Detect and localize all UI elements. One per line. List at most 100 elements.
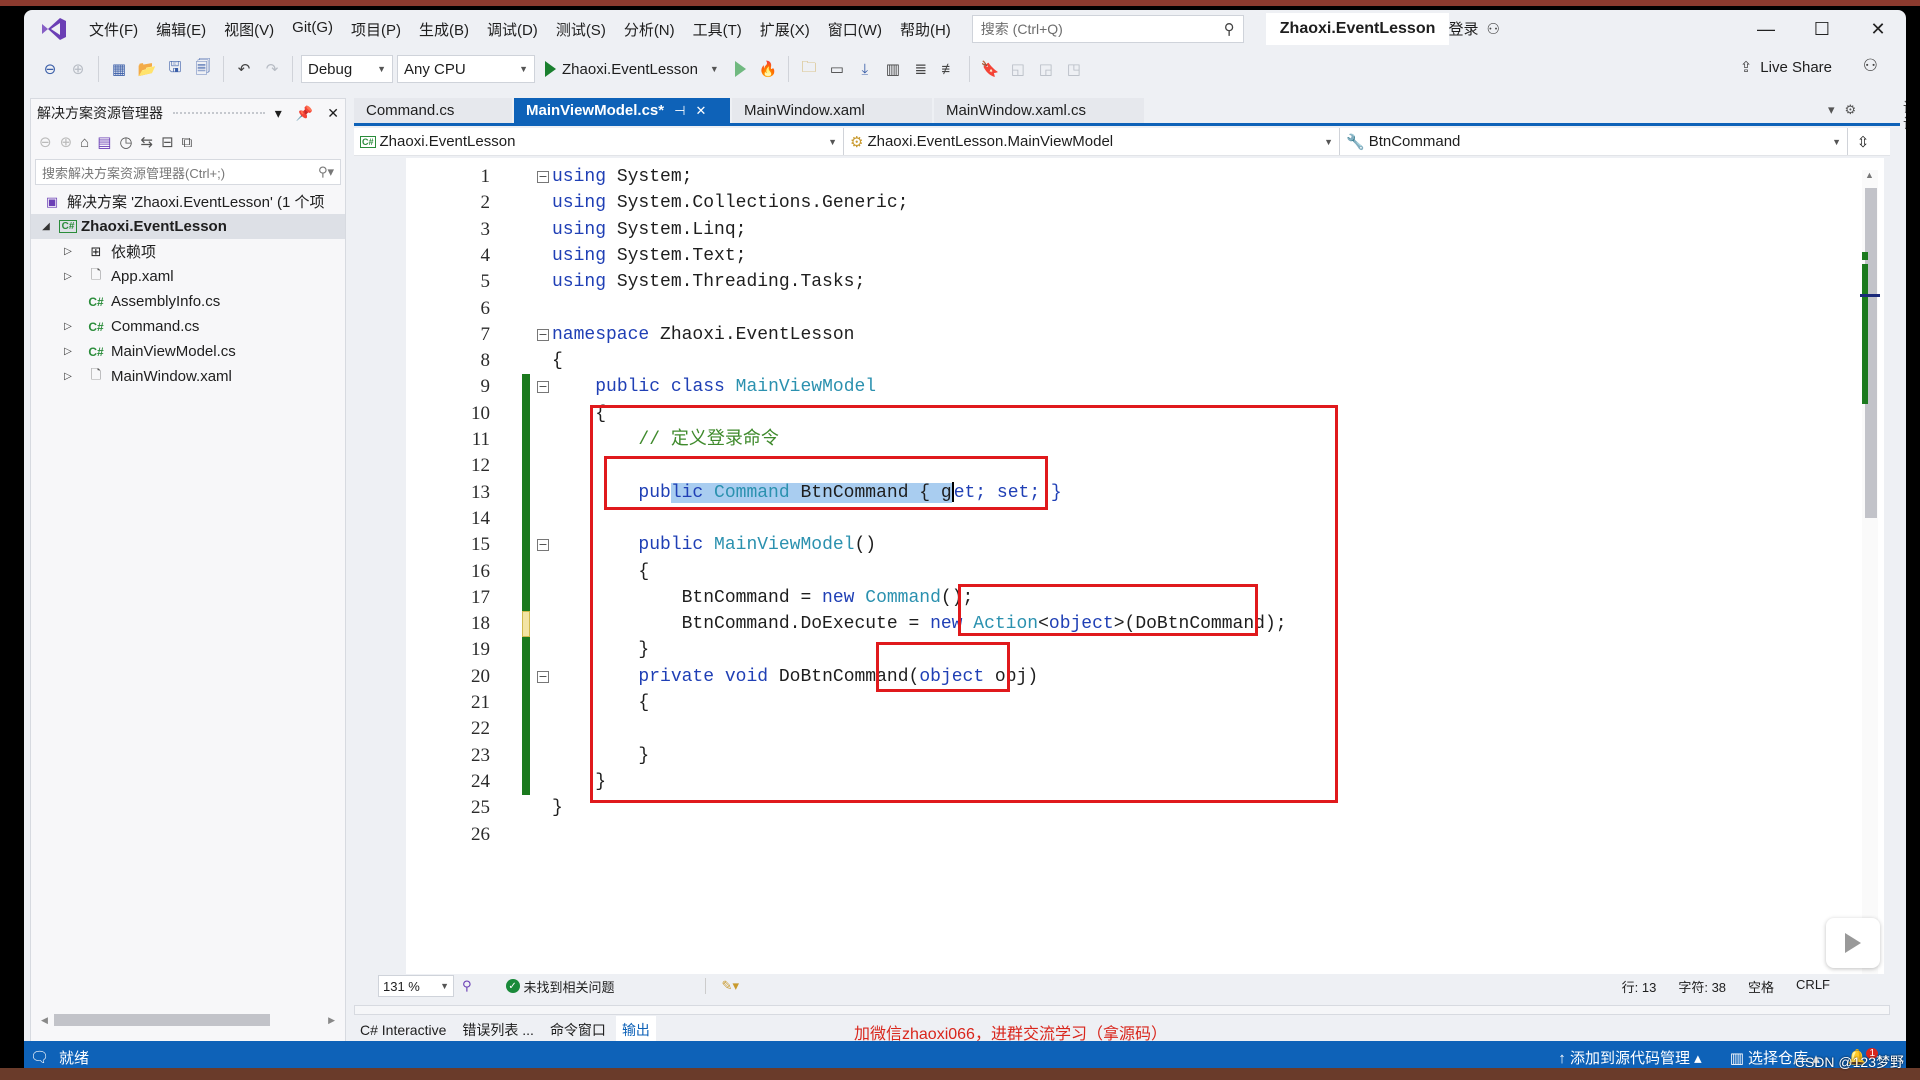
- tool-tab[interactable]: 错误列表 ...: [456, 1016, 540, 1044]
- login-label[interactable]: 登录: [1449, 18, 1479, 39]
- find-in-files-icon[interactable]: 🗀: [797, 57, 821, 81]
- switch-views-icon[interactable]: ▤: [97, 133, 111, 151]
- sync-icon[interactable]: ⇆: [141, 133, 154, 151]
- collapse-region-icon[interactable]: −: [537, 328, 549, 341]
- code-line[interactable]: 20 private void DoBtnCommand(object obj): [354, 664, 1884, 690]
- expand-arrow-icon[interactable]: ▷: [61, 371, 75, 382]
- save-icon[interactable]: 🖫: [163, 57, 187, 81]
- code-line[interactable]: 22: [354, 716, 1884, 742]
- solution-search-input[interactable]: 搜索解决方案资源管理器(Ctrl+;) ⚲▾: [35, 159, 341, 185]
- code-line[interactable]: 16 {: [354, 559, 1884, 585]
- code-line[interactable]: 17 BtnCommand = new Command();: [354, 585, 1884, 611]
- start-without-debugging-icon[interactable]: [734, 61, 746, 77]
- expand-arrow-icon[interactable]: ▷: [61, 246, 75, 257]
- clear-bookmarks-icon[interactable]: ◳: [1062, 57, 1086, 81]
- menu-item[interactable]: 帮助(H): [891, 19, 960, 40]
- code-line[interactable]: 1 using System;: [354, 164, 1884, 190]
- drag-handle[interactable]: [173, 112, 265, 114]
- tool-tab[interactable]: 命令窗口: [544, 1016, 612, 1044]
- tree-solution-row[interactable]: ▣ 解决方案 'Zhaoxi.EventLesson' (1 个项: [31, 189, 345, 214]
- menu-item[interactable]: 项目(P): [342, 19, 410, 40]
- panel-options-icon[interactable]: ▾: [275, 105, 282, 122]
- tab-list-dropdown-icon[interactable]: ▾: [1828, 102, 1835, 118]
- minimize-button[interactable]: —: [1738, 10, 1794, 48]
- class-dropdown[interactable]: ⚙ Zhaoxi.EventLesson.MainViewModel ▼: [844, 128, 1340, 155]
- redo-icon[interactable]: ↷: [260, 57, 284, 81]
- tree-item[interactable]: ▷ C# MainViewModel.cs: [31, 339, 345, 364]
- save-all-icon[interactable]: 🗐: [191, 57, 215, 81]
- collapse-region-icon[interactable]: −: [537, 171, 549, 183]
- code-line[interactable]: 2 using System.Collections.Generic;: [354, 190, 1884, 216]
- code-line[interactable]: 14: [354, 506, 1884, 532]
- forward-icon[interactable]: ⊕: [60, 133, 73, 151]
- scroll-left-icon[interactable]: ◀: [41, 1015, 48, 1026]
- project-dropdown[interactable]: C# Zhaoxi.EventLesson ▼: [354, 128, 844, 155]
- editor-vertical-scrollbar[interactable]: ▲: [1860, 170, 1880, 982]
- close-panel-icon[interactable]: ✕: [327, 105, 339, 122]
- expand-arrow-icon[interactable]: ▷: [61, 321, 75, 332]
- code-line[interactable]: 3 using System.Linq;: [354, 217, 1884, 243]
- search-box[interactable]: 搜索 (Ctrl+Q) ⚲: [971, 15, 1244, 43]
- video-play-button[interactable]: [1826, 918, 1880, 968]
- tree-project-row[interactable]: ◢ C# Zhaoxi.EventLesson: [31, 214, 345, 239]
- menu-item[interactable]: 测试(S): [547, 19, 615, 40]
- collapse-region-icon[interactable]: −: [537, 670, 549, 683]
- horizontal-scrollbar[interactable]: ◀ ▶: [41, 1013, 335, 1027]
- add-to-source-control-button[interactable]: ↑ 添加到源代码管理 ▴: [1558, 1047, 1701, 1068]
- undo-icon[interactable]: ↶: [232, 57, 256, 81]
- whitespace-mode[interactable]: 空格: [1748, 977, 1774, 996]
- menu-item[interactable]: 分析(N): [615, 19, 684, 40]
- code-line[interactable]: 23 }: [354, 743, 1884, 769]
- navigate-back-icon[interactable]: ⊖: [38, 57, 62, 81]
- step-icon[interactable]: ⤓: [853, 57, 877, 81]
- menu-item[interactable]: 编辑(E): [147, 19, 215, 40]
- scroll-up-icon[interactable]: ▲: [1865, 170, 1874, 180]
- tree-item[interactable]: ▷ 🗋 App.xaml: [31, 264, 345, 289]
- code-line[interactable]: 7 namespace Zhaoxi.EventLesson: [354, 322, 1884, 348]
- code-cleanup-icon[interactable]: ✎▾: [704, 978, 739, 994]
- code-line[interactable]: 6: [354, 296, 1884, 322]
- pin-tab-icon[interactable]: ⊣: [674, 103, 685, 119]
- scrollbar-thumb[interactable]: [53, 1014, 270, 1026]
- code-line[interactable]: 4 using System.Text;: [354, 243, 1884, 269]
- menu-item[interactable]: 视图(V): [215, 19, 283, 40]
- scroll-right-icon[interactable]: ▶: [328, 1015, 335, 1026]
- code-line[interactable]: 10 {: [354, 401, 1884, 427]
- menu-item[interactable]: 文件(F): [80, 19, 147, 40]
- home-icon[interactable]: ⌂: [80, 134, 89, 151]
- issues-indicator[interactable]: ✓ 未找到相关问题: [505, 977, 615, 996]
- zoom-dropdown[interactable]: 131 % ▼: [378, 975, 454, 997]
- start-debugging-button[interactable]: Zhaoxi.EventLesson ▼: [539, 61, 725, 78]
- menu-item[interactable]: 窗口(W): [819, 19, 891, 40]
- pin-icon[interactable]: 📌: [296, 105, 313, 122]
- show-all-files-icon[interactable]: ⧉: [182, 134, 193, 151]
- navigate-forward-icon[interactable]: ⊕: [66, 57, 90, 81]
- code-line[interactable]: 13 public Command BtnCommand { g et; set;…: [354, 480, 1884, 506]
- previous-bookmark-icon[interactable]: ◱: [1006, 57, 1030, 81]
- code-line[interactable]: 26: [354, 822, 1884, 848]
- close-tab-icon[interactable]: ✕: [695, 103, 706, 119]
- menu-item[interactable]: 生成(B): [410, 19, 478, 40]
- code-line[interactable]: 5 using System.Threading.Tasks;: [354, 269, 1884, 295]
- hot-reload-icon[interactable]: 🔥: [756, 57, 780, 81]
- uncomment-lines-icon[interactable]: ≢: [937, 57, 961, 81]
- code-line[interactable]: 12: [354, 453, 1884, 479]
- menu-item[interactable]: 工具(T): [684, 19, 751, 40]
- code-line[interactable]: 11 // 定义登录命令: [354, 427, 1884, 453]
- code-line[interactable]: 18 BtnCommand.DoExecute = new Action<obj…: [354, 611, 1884, 637]
- tool-tab[interactable]: 输出: [615, 1016, 656, 1044]
- tab-command-cs[interactable]: Command.cs: [354, 98, 512, 123]
- settings-gear-icon[interactable]: ⚙: [1845, 102, 1857, 118]
- feedback-icon[interactable]: ⚇: [1863, 56, 1878, 76]
- tree-item[interactable]: ▷ C# Command.cs: [31, 314, 345, 339]
- new-project-icon[interactable]: ▦: [107, 57, 131, 81]
- configuration-dropdown[interactable]: Debug ▼: [301, 55, 393, 83]
- close-button[interactable]: ✕: [1850, 10, 1906, 48]
- menu-item[interactable]: 扩展(X): [751, 19, 819, 40]
- account-icon[interactable]: ⚇: [1487, 20, 1500, 38]
- code-line[interactable]: 25}: [354, 795, 1884, 821]
- menu-item[interactable]: Git(G): [283, 19, 342, 40]
- code-line[interactable]: 9 public class MainViewModel: [354, 374, 1884, 400]
- tab-mainwindow-xaml[interactable]: MainWindow.xaml: [732, 98, 932, 123]
- tab-mainwindow-xaml-cs[interactable]: MainWindow.xaml.cs: [934, 98, 1144, 123]
